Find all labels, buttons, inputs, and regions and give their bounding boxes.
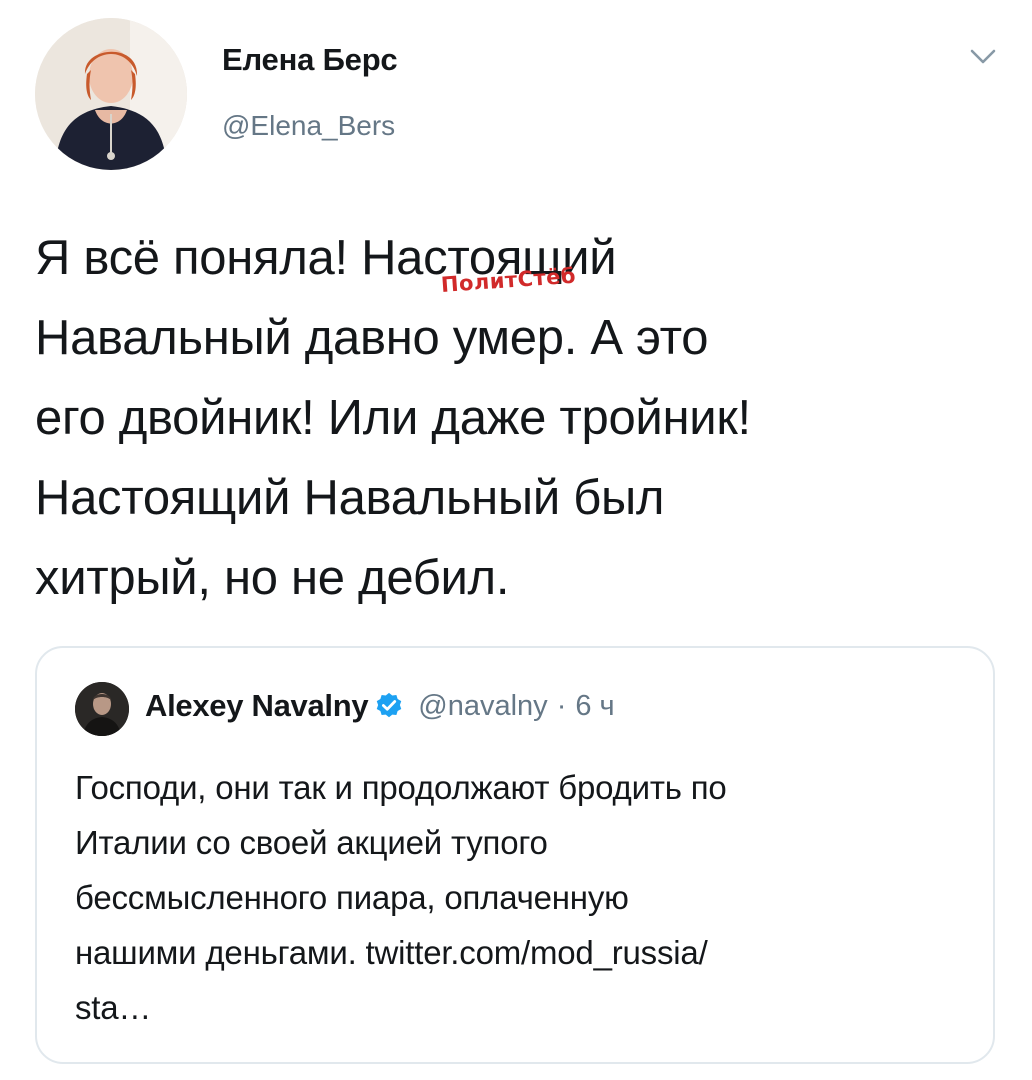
author-display-name[interactable]: Елена Берс [222, 42, 398, 78]
tweet: Елена Берс @Elena_Bers Я всё поняла! Нас… [0, 0, 1032, 1080]
quoted-tweet-header: Alexey Navalny @navalny · 6 ч [145, 688, 615, 724]
verified-badge-icon [377, 692, 402, 718]
quoted-author-avatar[interactable] [75, 682, 129, 736]
quoted-avatar-image [75, 682, 129, 736]
author-avatar[interactable] [35, 18, 187, 170]
quoted-timestamp[interactable]: 6 ч [575, 690, 614, 723]
quoted-tweet-text: Господи, они так и продолжают бродить по… [75, 769, 727, 1026]
author-avatar-image [35, 18, 187, 170]
quoted-tweet[interactable]: Alexey Navalny @navalny · 6 ч Господи, о… [35, 646, 995, 1064]
quoted-display-name[interactable]: Alexey Navalny [145, 688, 369, 724]
quoted-handle[interactable]: @navalny [418, 690, 547, 723]
chevron-down-icon[interactable] [968, 46, 998, 68]
author-handle[interactable]: @Elena_Bers [222, 110, 395, 142]
header-separator: · [556, 689, 567, 722]
